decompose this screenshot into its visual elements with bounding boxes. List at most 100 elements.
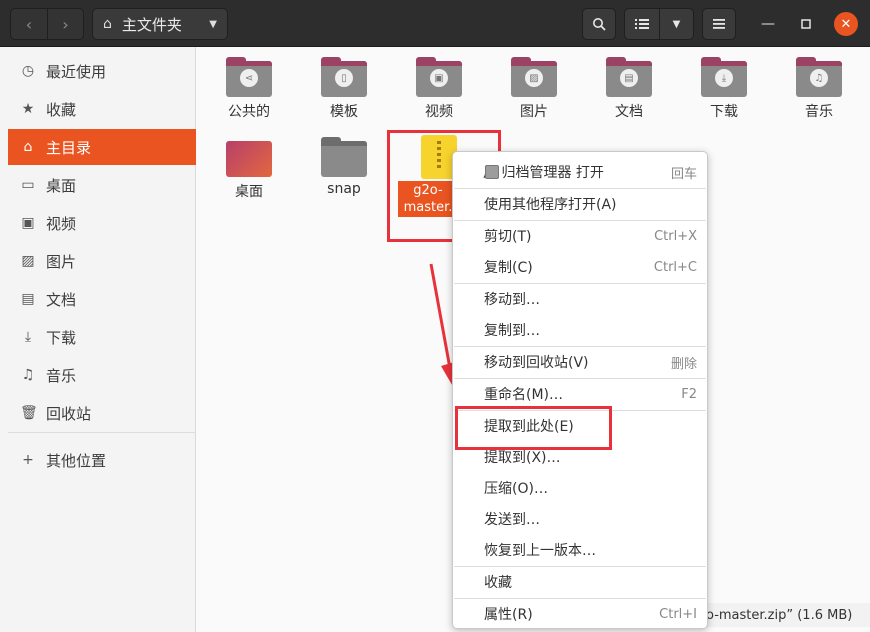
- file-label: 公共的: [228, 104, 270, 120]
- document-icon: ▤: [620, 69, 638, 87]
- sidebar-item-pictures[interactable]: ▨ 图片: [8, 243, 196, 279]
- search-button[interactable]: [582, 8, 616, 40]
- sidebar-item-label: 图片: [46, 252, 77, 271]
- menu-item-label: 发送到…: [484, 512, 540, 528]
- sidebar-item-recent[interactable]: ◷ 最近使用: [8, 53, 196, 89]
- close-button[interactable]: ✕: [834, 12, 858, 36]
- folder-icon: [321, 137, 367, 177]
- sidebar-item-home[interactable]: ⌂ 主目录: [8, 129, 196, 165]
- file-manager-window: ‹ › ⌂ 主文件夹 ▼ ▼ — ✕ ◷ 最近使用 ★ 收藏 ⌂ 主目录 ▭ 桌…: [0, 0, 870, 632]
- chevron-right-icon[interactable]: ›: [47, 9, 83, 39]
- location-button[interactable]: ⌂ 主文件夹 ▼: [92, 8, 228, 40]
- list-view-icon: [634, 19, 649, 29]
- film-icon: ▣: [21, 215, 35, 231]
- sidebar-item-label: 视频: [46, 214, 77, 233]
- search-icon: [593, 18, 606, 31]
- maximize-button[interactable]: [794, 12, 818, 36]
- menu-item-label: 提取到(X)…: [484, 450, 561, 466]
- folder-icon: ▤: [606, 57, 652, 97]
- maximize-icon: [801, 19, 811, 29]
- folder-pictures[interactable]: ▨ 图片: [492, 57, 576, 121]
- menu-item-accel: Ctrl+X: [654, 228, 697, 244]
- sidebar-item-downloads[interactable]: ⤓ 下载: [8, 319, 196, 355]
- chevron-down-icon: ▼: [209, 18, 217, 30]
- menu-item-revert-version[interactable]: 恢复到上一版本…: [453, 535, 707, 565]
- folder-snap[interactable]: snap: [302, 137, 386, 197]
- menu-item-label: 移动到…: [484, 292, 540, 308]
- hamburger-menu-icon: [713, 19, 725, 29]
- folder-icon: ▨: [511, 57, 557, 97]
- menu-item-star[interactable]: 收藏: [453, 567, 707, 597]
- status-bar: o-master.zip” (1.6 MB): [700, 603, 870, 627]
- view-options: ▼: [624, 8, 694, 40]
- file-label: snap: [327, 181, 361, 197]
- sidebar-item-trash[interactable]: 🗑 回收站: [8, 395, 196, 431]
- image-icon: ▨: [21, 253, 35, 269]
- desktop-icon: ▭: [21, 177, 35, 193]
- sidebar-divider: [8, 432, 196, 433]
- menu-item-label: 使用其他程序打开(A): [484, 197, 617, 213]
- sidebar-item-desktop[interactable]: ▭ 桌面: [8, 167, 196, 203]
- folder-icon: ♫: [796, 57, 842, 97]
- home-icon: ⌂: [103, 16, 112, 32]
- menu-item-move-to[interactable]: 移动到…: [453, 284, 707, 314]
- music-icon: ♫: [21, 367, 35, 383]
- menu-item-label: 属性(R): [484, 607, 533, 623]
- menu-item-open-archive-manager[interactable]: 用 归档管理器 打开 回车: [453, 157, 707, 187]
- film-icon: ▣: [430, 69, 448, 87]
- menu-item-cut[interactable]: 剪切(T) Ctrl+X: [453, 221, 707, 251]
- star-icon: ★: [21, 101, 35, 117]
- music-icon: ♫: [810, 69, 828, 87]
- sidebar-item-label: 音乐: [46, 366, 77, 385]
- menu-item-accel: 删除: [670, 356, 697, 372]
- folder-videos[interactable]: ▣ 视频: [397, 57, 481, 121]
- menu-item-open-with[interactable]: 使用其他程序打开(A): [453, 189, 707, 219]
- sidebar-item-label: 其他位置: [46, 451, 107, 470]
- file-label: 模板: [330, 104, 358, 120]
- chevron-left-icon[interactable]: ‹: [11, 9, 47, 39]
- menu-item-copy[interactable]: 复制(C) Ctrl+C: [453, 252, 707, 282]
- menu-item-compress[interactable]: 压缩(O)…: [453, 473, 707, 503]
- menu-item-send-to[interactable]: 发送到…: [453, 504, 707, 534]
- share-icon: ⋖: [240, 69, 258, 87]
- menu-item-move-to-trash[interactable]: 移动到回收站(V) 删除: [453, 347, 707, 377]
- folder-public[interactable]: ⋖ 公共的: [207, 57, 291, 121]
- list-view-button[interactable]: [625, 9, 659, 39]
- minimize-button[interactable]: —: [756, 12, 780, 36]
- folder-downloads[interactable]: ⤓ 下载: [682, 57, 766, 121]
- menu-item-label: 复制(C): [484, 260, 533, 276]
- close-icon: ✕: [840, 16, 852, 32]
- menu-item-label: 重命名(M)…: [484, 387, 564, 403]
- menu-item-label: 收藏: [484, 575, 512, 591]
- sidebar-item-label: 主目录: [46, 138, 92, 157]
- menu-item-label: 移动到回收站(V): [484, 355, 589, 371]
- folder-icon: ⤓: [701, 57, 747, 97]
- menu-item-properties[interactable]: 属性(R) Ctrl+I: [453, 599, 707, 629]
- menu-item-label: 恢复到上一版本…: [484, 543, 596, 559]
- trash-icon: 🗑: [20, 405, 38, 421]
- view-dropdown-button[interactable]: ▼: [658, 9, 693, 39]
- sidebar-item-documents[interactable]: ▤ 文档: [8, 281, 196, 317]
- sidebar-item-videos[interactable]: ▣ 视频: [8, 205, 196, 241]
- folder-music[interactable]: ♫ 音乐: [777, 57, 861, 121]
- folder-documents[interactable]: ▤ 文档: [587, 57, 671, 121]
- menu-item-rename[interactable]: 重命名(M)… F2: [453, 379, 707, 409]
- context-menu: 用 归档管理器 打开 回车 使用其他程序打开(A) 剪切(T) Ctrl+X 复…: [452, 151, 708, 629]
- sidebar-item-other-locations[interactable]: + 其他位置: [8, 442, 196, 478]
- sidebar-item-label: 文档: [46, 290, 77, 309]
- sidebar-item-label: 回收站: [46, 404, 92, 423]
- sidebar-item-starred[interactable]: ★ 收藏: [8, 91, 196, 127]
- highlight-box-extract-here: [455, 406, 612, 450]
- status-text: o-master.zip” (1.6 MB): [706, 607, 853, 623]
- folder-templates[interactable]: ▯ 模板: [302, 57, 386, 121]
- sidebar-item-label: 桌面: [46, 176, 77, 195]
- menu-button[interactable]: [702, 8, 736, 40]
- sidebar-item-music[interactable]: ♫ 音乐: [8, 357, 196, 393]
- file-label: 音乐: [805, 104, 833, 120]
- sidebar-item-label: 收藏: [46, 100, 77, 119]
- folder-desktop[interactable]: 桌面: [207, 137, 291, 201]
- download-icon: ⤓: [715, 69, 733, 87]
- image-icon: ▨: [525, 69, 543, 87]
- file-label: 视频: [425, 104, 453, 120]
- menu-item-copy-to[interactable]: 复制到…: [453, 315, 707, 345]
